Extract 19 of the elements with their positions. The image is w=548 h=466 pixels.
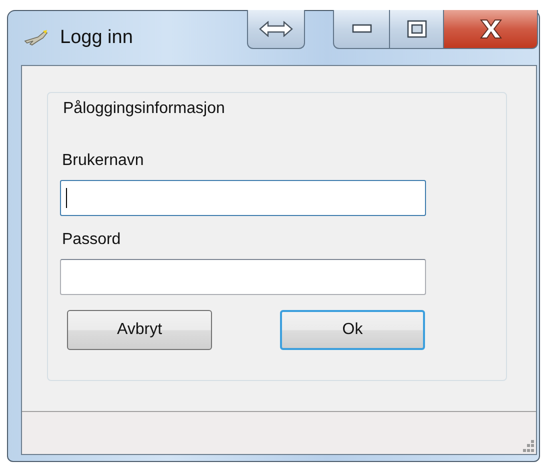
field-label: Brukernavn — [62, 151, 145, 171]
dialog-button[interactable]: Ok — [280, 310, 425, 350]
close-button[interactable] — [444, 10, 538, 49]
minimize-icon — [352, 24, 372, 34]
airplane-icon — [24, 29, 48, 47]
group-legend: Påloggingsinformasjon — [63, 99, 506, 119]
dialog-button[interactable]: Avbryt — [67, 310, 212, 350]
window-title: Logg inn — [60, 26, 133, 50]
text-cursor — [66, 188, 67, 208]
resize-button[interactable] — [247, 10, 305, 49]
minimize-button[interactable] — [333, 10, 390, 49]
close-icon — [478, 19, 502, 39]
maximize-icon — [406, 20, 426, 38]
resize-icon — [258, 21, 294, 37]
field-label: Passord — [62, 230, 122, 250]
input-field[interactable] — [60, 180, 426, 216]
maximize-button[interactable] — [390, 10, 444, 49]
size-grip-icon[interactable] — [522, 440, 534, 452]
input-field[interactable] — [60, 259, 426, 295]
